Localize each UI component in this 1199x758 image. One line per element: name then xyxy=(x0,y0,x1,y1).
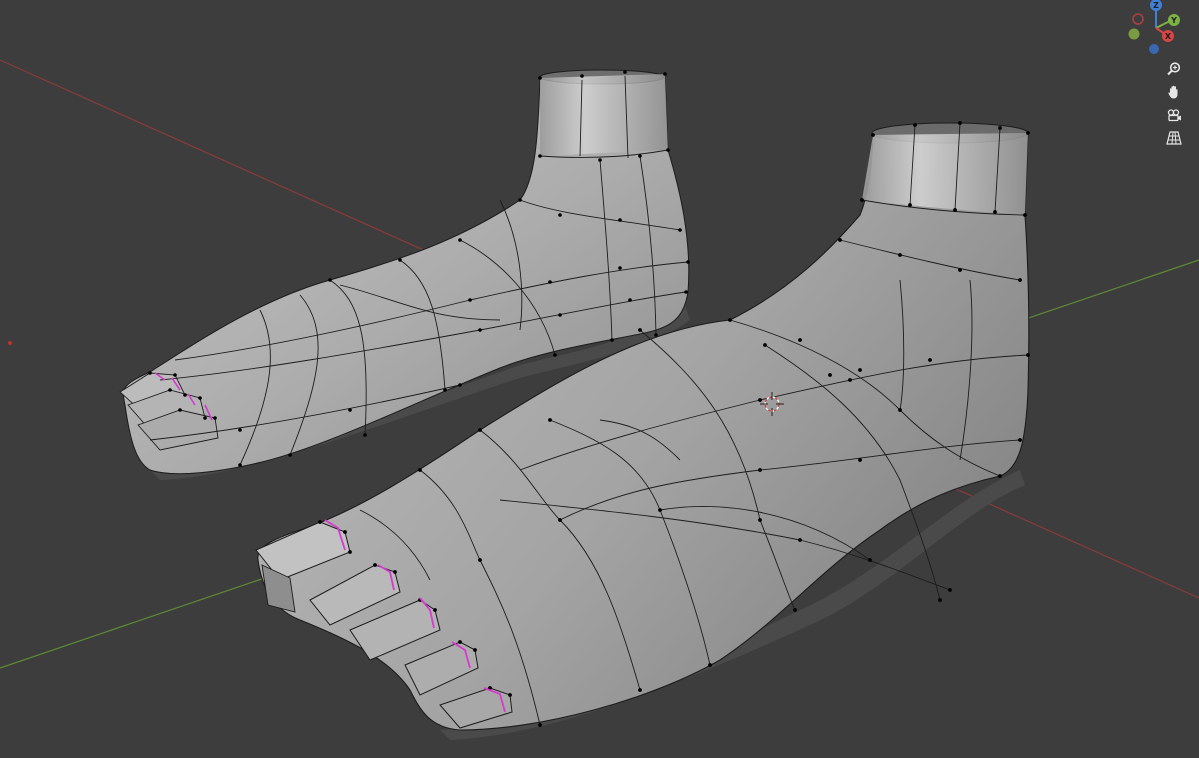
gizmo-neg-x[interactable] xyxy=(1132,13,1144,25)
gizmo-y-label: Y xyxy=(1170,16,1177,25)
navigation-gizmo[interactable]: Z Y X xyxy=(1120,0,1192,60)
camera-icon xyxy=(1167,109,1181,122)
3d-viewport[interactable]: Z Y X xyxy=(0,0,1199,758)
zoom-icon xyxy=(1167,62,1181,76)
world-origin-dot xyxy=(8,341,12,345)
gizmo-z-axis[interactable]: Z xyxy=(1150,0,1162,11)
gizmo-y-axis[interactable]: Y xyxy=(1168,14,1180,26)
viewport-navigation-tools xyxy=(1163,58,1187,150)
gizmo-z-label: Z xyxy=(1153,1,1159,10)
hand-icon xyxy=(1168,85,1178,99)
zoom-button[interactable] xyxy=(1163,58,1185,80)
scene-canvas[interactable] xyxy=(0,0,1199,758)
camera-view-button[interactable] xyxy=(1163,104,1185,126)
pan-button[interactable] xyxy=(1163,81,1185,103)
grid-icon xyxy=(1166,131,1182,145)
gizmo-neg-y[interactable] xyxy=(1128,28,1140,40)
perspective-toggle-button[interactable] xyxy=(1163,127,1185,149)
gizmo-x-label: X xyxy=(1165,32,1172,41)
gizmo-x-axis[interactable]: X xyxy=(1162,30,1174,42)
gizmo-neg-z[interactable] xyxy=(1149,44,1159,54)
